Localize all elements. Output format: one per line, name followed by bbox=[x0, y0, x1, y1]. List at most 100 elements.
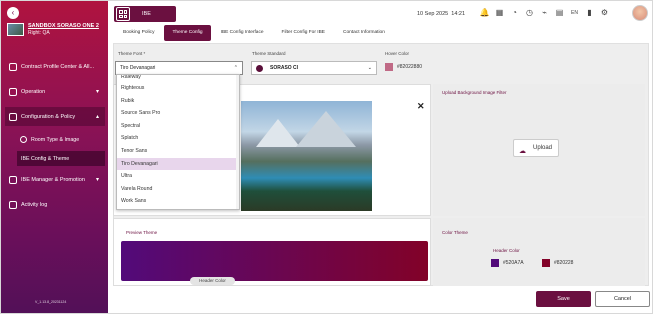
chevron-down-icon: ▾ bbox=[95, 89, 99, 95]
theme-standard-select[interactable]: SORASO CI ⌄ bbox=[251, 61, 377, 75]
background-image bbox=[241, 101, 372, 211]
tab-filter-config[interactable]: Filter Config For IBE bbox=[274, 25, 333, 41]
chart-bar-icon[interactable]: ▤ bbox=[554, 7, 565, 19]
preview-theme-bar bbox=[121, 241, 428, 281]
upload-bg-label: Upload Background Image Filter bbox=[442, 90, 507, 95]
theme-font-value: Tiro Devanagari bbox=[120, 65, 156, 71]
sidebar-item-contract[interactable]: Contract Profile Center & All... bbox=[5, 57, 105, 76]
cloud-upload-icon: ☁ bbox=[519, 148, 526, 155]
sidebar-item-activity-log[interactable]: Activity log bbox=[5, 195, 105, 214]
sidebar-subitem-ibe-config[interactable]: IBE Config & Theme bbox=[17, 151, 105, 166]
app-root: ‹ SANDBOX SORASO ONE 2 Right: QA Contrac… bbox=[0, 0, 653, 314]
dropdown-option[interactable]: Varela Round bbox=[117, 183, 239, 196]
sidebar-subitem-room-type[interactable]: Room Type & Image bbox=[5, 132, 105, 147]
module-button-ibe[interactable]: IBE bbox=[114, 6, 176, 22]
clock-icon[interactable]: ◷ bbox=[524, 7, 535, 19]
date: 10 Sep 2025 bbox=[417, 11, 449, 17]
mountain-shape bbox=[256, 119, 300, 147]
mountain-shape bbox=[296, 111, 356, 147]
grid-icon[interactable]: ▦ bbox=[494, 7, 505, 19]
hover-color-swatch[interactable] bbox=[385, 63, 393, 71]
avatar[interactable] bbox=[632, 5, 648, 21]
dropdown-option[interactable]: Rubik bbox=[117, 95, 239, 108]
dropdown-option[interactable]: Righteous bbox=[117, 82, 239, 95]
header-color-swatch-1[interactable] bbox=[491, 259, 499, 267]
header-color-chip: Header Color bbox=[190, 277, 235, 285]
operation-icon bbox=[9, 87, 17, 96]
chart-icon[interactable]: ⌁ bbox=[539, 7, 550, 19]
hover-color-label: Hover Color bbox=[385, 51, 410, 56]
upload-button-label: Upload bbox=[532, 145, 552, 151]
gear-icon[interactable]: ⚙ bbox=[599, 7, 610, 19]
tabs: Booking Policy Theme Config IBE Config I… bbox=[115, 25, 393, 41]
tab-ibe-config-interface[interactable]: IBE Config Interface bbox=[213, 25, 272, 41]
grid-icon bbox=[116, 7, 130, 21]
chevron-up-icon: ⌃ bbox=[233, 65, 238, 71]
dropdown-option[interactable]: Tenor Sans bbox=[117, 145, 239, 158]
hotel-right: Right: QA bbox=[28, 30, 50, 36]
dropdown-option[interactable]: Splatch bbox=[117, 132, 239, 145]
sidebar-subitem-label: IBE Config & Theme bbox=[21, 155, 70, 162]
dropdown-option[interactable]: Work Sans bbox=[117, 195, 239, 208]
color-theme-label: Color Theme bbox=[442, 230, 468, 235]
dropdown-option[interactable]: Ultra bbox=[117, 170, 239, 183]
language-selector[interactable]: EN bbox=[571, 7, 578, 19]
hotel-name[interactable]: SANDBOX SORASO ONE 2 bbox=[28, 23, 99, 30]
theme-font-dropdown: Raleway Righteous Rubik Source Sans Pro … bbox=[116, 74, 240, 210]
dashboard-icon[interactable]: ◔ bbox=[509, 7, 520, 19]
sidebar-item-ibe-manager[interactable]: IBE Manager & Promotion ▾ bbox=[5, 170, 105, 189]
datetime: 10 Sep 2025 14:21 bbox=[417, 11, 465, 17]
header-color-value-2: #820228 bbox=[554, 260, 574, 266]
theme-font-select[interactable]: Tiro Devanagari ⌃ bbox=[115, 61, 243, 75]
sidebar-item-operation[interactable]: Operation ▾ bbox=[5, 82, 105, 101]
sidebar-item-label: Configuration & Policy bbox=[21, 113, 76, 120]
hotel-selector[interactable]: SANDBOX SORASO ONE 2 Right: QA bbox=[7, 23, 105, 37]
header-color-value-1: #520A7A bbox=[503, 260, 524, 266]
sidebar-subitem-label: Room Type & Image bbox=[31, 136, 80, 143]
room-type-icon bbox=[20, 136, 27, 143]
theme-standard-label: Theme Standard bbox=[252, 51, 286, 56]
configuration-icon bbox=[9, 112, 17, 121]
theme-color-dot bbox=[256, 65, 263, 72]
save-button[interactable]: Save bbox=[536, 291, 591, 307]
chevron-up-icon: ▴ bbox=[95, 114, 99, 120]
header-color-swatch-2[interactable] bbox=[542, 259, 550, 267]
module-label: IBE bbox=[142, 11, 151, 17]
sidebar-nav: Contract Profile Center & All... Operati… bbox=[5, 57, 105, 220]
contract-icon bbox=[9, 62, 17, 71]
dropdown-option[interactable]: Spectral bbox=[117, 120, 239, 133]
header-color-label: Header Color bbox=[493, 248, 520, 253]
activity-log-icon bbox=[9, 200, 17, 209]
close-icon[interactable]: ✕ bbox=[417, 101, 425, 112]
tab-contact-information[interactable]: Contact Information bbox=[335, 25, 393, 41]
tab-theme-config[interactable]: Theme Config bbox=[164, 25, 211, 41]
flag-icon[interactable]: ▮ bbox=[584, 7, 595, 19]
hotel-thumbnail bbox=[7, 23, 24, 36]
dropdown-scrollbar[interactable] bbox=[236, 75, 239, 209]
cancel-button[interactable]: Cancel bbox=[595, 291, 650, 307]
sidebar-item-label: Contract Profile Center & All... bbox=[21, 63, 95, 70]
upload-button[interactable]: ☁ Upload bbox=[513, 139, 559, 157]
color-theme-panel bbox=[433, 218, 645, 286]
dropdown-option[interactable]: Source Sans Pro bbox=[117, 107, 239, 120]
hover-color-value: #82022880 bbox=[397, 64, 423, 70]
sidebar: ‹ SANDBOX SORASO ONE 2 Right: QA Contrac… bbox=[1, 1, 108, 313]
dropdown-option-selected[interactable]: Tiro Devanagari bbox=[117, 157, 239, 171]
theme-standard-value: SORASO CI bbox=[270, 65, 299, 71]
sidebar-item-label: Operation bbox=[21, 88, 46, 95]
sidebar-item-label: IBE Manager & Promotion bbox=[21, 176, 85, 183]
tab-booking-policy[interactable]: Booking Policy bbox=[115, 25, 162, 41]
preview-theme-label: Preview Theme bbox=[126, 230, 158, 235]
chevron-down-icon: ▾ bbox=[95, 177, 99, 183]
time: 14:21 bbox=[451, 11, 466, 17]
chevron-down-icon: ⌄ bbox=[367, 65, 372, 71]
sidebar-item-label: Activity log bbox=[21, 201, 48, 208]
version-label: V_1.13.8_20231124 bbox=[35, 300, 67, 304]
sidebar-item-configuration[interactable]: Configuration & Policy ▴ bbox=[5, 107, 105, 126]
ibe-manager-icon bbox=[9, 175, 17, 184]
dropdown-option[interactable]: Raleway bbox=[117, 75, 239, 82]
theme-font-label: Theme Font * bbox=[118, 51, 146, 56]
chevron-left-icon[interactable]: ‹ bbox=[7, 7, 19, 19]
top-icons: 🔔 ▦ ◔ ◷ ⌁ ▤ EN ▮ ⚙ bbox=[479, 7, 610, 19]
bell-icon[interactable]: 🔔 bbox=[479, 7, 490, 19]
